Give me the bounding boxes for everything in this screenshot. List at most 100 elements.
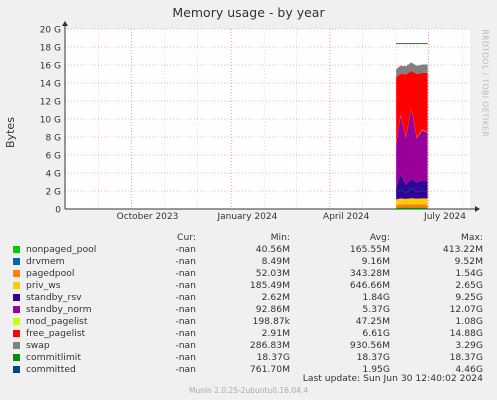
legend-swatch	[13, 318, 20, 325]
x-tick-label: July 2024	[423, 212, 466, 222]
legend-row-commitlimit: commitlimit -nan 18.37G 18.37G 18.37G	[0, 352, 497, 364]
legend-avg: 930.56M	[349, 340, 390, 351]
legend-max: 18.37G	[449, 352, 483, 363]
legend-max: 9.52M	[454, 256, 483, 267]
legend-avg: 646.66M	[349, 280, 390, 291]
y-axis-arrow	[62, 21, 68, 26]
legend-row-mod_pagelist: mod_pagelist -nan 198.87k 47.25M 1.08G	[0, 316, 497, 328]
legend-swatch	[13, 294, 20, 301]
legend-cur: -nan	[175, 268, 196, 279]
y-tick-label: 2 G	[45, 188, 61, 198]
legend-cur: -nan	[175, 256, 196, 267]
legend-avg: 343.28M	[349, 268, 390, 279]
legend-min: 2.91M	[261, 328, 290, 339]
legend-row-standby_norm: standby_norm -nan 92.86M 5.37G 12.07G	[0, 304, 497, 316]
y-tick-label: 10 G	[40, 116, 61, 126]
legend-cur: -nan	[175, 280, 196, 291]
legend-row-pagedpool: pagedpool -nan 52.03M 343.28M 1.54G	[0, 268, 497, 280]
legend-swatch	[13, 366, 20, 373]
legend-cur: -nan	[175, 244, 196, 255]
header-min: Min:	[270, 232, 290, 243]
legend-min: 185.49M	[249, 280, 290, 291]
legend-max: 413.22M	[442, 244, 483, 255]
legend-max: 9.25G	[455, 292, 483, 303]
legend-min: 286.83M	[249, 340, 290, 351]
legend-name: priv_ws	[26, 280, 61, 291]
legend-min: 198.87k	[252, 316, 290, 327]
x-tick-label: April 2024	[323, 212, 370, 222]
y-tick-label: 0	[55, 206, 61, 216]
legend-max: 3.29G	[455, 340, 483, 351]
last-update: Last update: Sun Jun 30 12:40:02 2024	[302, 373, 483, 384]
legend-avg: 9.16M	[361, 256, 390, 267]
legend-min: 92.86M	[255, 304, 290, 315]
legend-name: nonpaged_pool	[26, 244, 97, 255]
legend-cur: -nan	[175, 340, 196, 351]
legend-avg: 5.37G	[362, 304, 390, 315]
y-tick-label: 16 G	[40, 62, 61, 72]
legend-swatch	[13, 270, 20, 277]
area-pagedpool	[396, 204, 428, 208]
y-tick-labels: 0 2 G 4 G 6 G 8 G 10 G 12 G 14 G 16 G 18 G 20 G	[40, 26, 62, 216]
legend-name: mod_pagelist	[26, 316, 88, 327]
chart-svg: 0 2 G 4 G 6 G 8 G 10 G 12 G 14 G 16 G 18 G 20 G Oc…	[40, 21, 480, 222]
legend-max: 1.54G	[455, 268, 483, 279]
legend-row-free_pagelist: free_pagelist -nan 2.91M 6.61G 14.88G	[0, 328, 497, 340]
x-tick-label: October 2023	[117, 212, 179, 222]
legend-avg: 6.61G	[362, 328, 390, 339]
header-cur: Cur:	[177, 232, 196, 243]
header-max: Max:	[460, 232, 483, 243]
legend-min: 8.49M	[261, 256, 290, 267]
legend-row-priv_ws: priv_ws -nan 185.49M 646.66M 2.65G	[0, 280, 497, 292]
legend-cur: -nan	[175, 328, 196, 339]
legend-swatch	[13, 354, 20, 361]
data-areas	[395, 43, 428, 209]
legend-min: 40.56M	[255, 244, 290, 255]
legend-name: standby_rsv	[26, 292, 82, 303]
y-tick-label: 14 G	[40, 80, 61, 90]
legend-max: 2.65G	[455, 280, 483, 291]
legend-max: 12.07G	[449, 304, 483, 315]
x-axis-arrow	[475, 206, 480, 212]
legend-cur: -nan	[175, 304, 196, 315]
legend-cur: -nan	[175, 316, 196, 327]
x-tick-label: January 2024	[216, 212, 277, 222]
y-tick-label: 6 G	[45, 152, 61, 162]
legend-avg: 1.84G	[362, 292, 390, 303]
legend-swatch	[13, 342, 20, 349]
legend-swatch	[13, 246, 20, 253]
y-tick-label: 12 G	[40, 98, 61, 108]
legend-avg: 165.55M	[349, 244, 390, 255]
legend-min: 52.03M	[255, 268, 290, 279]
legend-swatch	[13, 306, 20, 313]
y-tick-label: 18 G	[40, 44, 61, 54]
header-avg: Avg:	[369, 232, 390, 243]
legend-max: 1.08G	[455, 316, 483, 327]
legend-row-swap: swap -nan 286.83M 930.56M 3.29G	[0, 340, 497, 352]
legend-name: pagedpool	[26, 268, 75, 279]
legend-row-nonpaged_pool: nonpaged_pool -nan 40.56M 165.55M 413.22M	[0, 244, 497, 256]
legend-name: standby_norm	[26, 304, 92, 315]
y-tick-label: 4 G	[45, 170, 61, 180]
legend-swatch	[13, 282, 20, 289]
legend-name: free_pagelist	[26, 328, 86, 339]
legend-row-drvmem: drvmem -nan 8.49M 9.16M 9.52M	[0, 256, 497, 268]
legend-swatch	[13, 330, 20, 337]
footer: Munin 2.0.25-2ubuntu0.16.04.4	[188, 386, 309, 395]
legend-header: Cur: Min: Avg: Max:	[0, 232, 497, 244]
area-priv_ws	[396, 198, 428, 205]
legend-min: 18.37G	[256, 352, 290, 363]
legend-avg: 18.37G	[356, 352, 390, 363]
legend-max: 14.88G	[449, 328, 483, 339]
legend-min: 2.62M	[261, 292, 290, 303]
legend-name: swap	[26, 340, 50, 351]
legend-name: commitlimit	[26, 352, 81, 363]
x-tick-labels: October 2023 January 2024 April 2024 July 2…	[117, 212, 467, 222]
y-tick-label: 20 G	[40, 26, 61, 36]
legend-cur: -nan	[175, 292, 196, 303]
legend-row-standby_rsv: standby_rsv -nan 2.62M 1.84G 9.25G	[0, 292, 497, 304]
legend-cur: -nan	[175, 352, 196, 363]
y-tick-label: 8 G	[45, 134, 61, 144]
legend-avg: 47.25M	[355, 316, 390, 327]
legend-name: drvmem	[26, 256, 65, 267]
